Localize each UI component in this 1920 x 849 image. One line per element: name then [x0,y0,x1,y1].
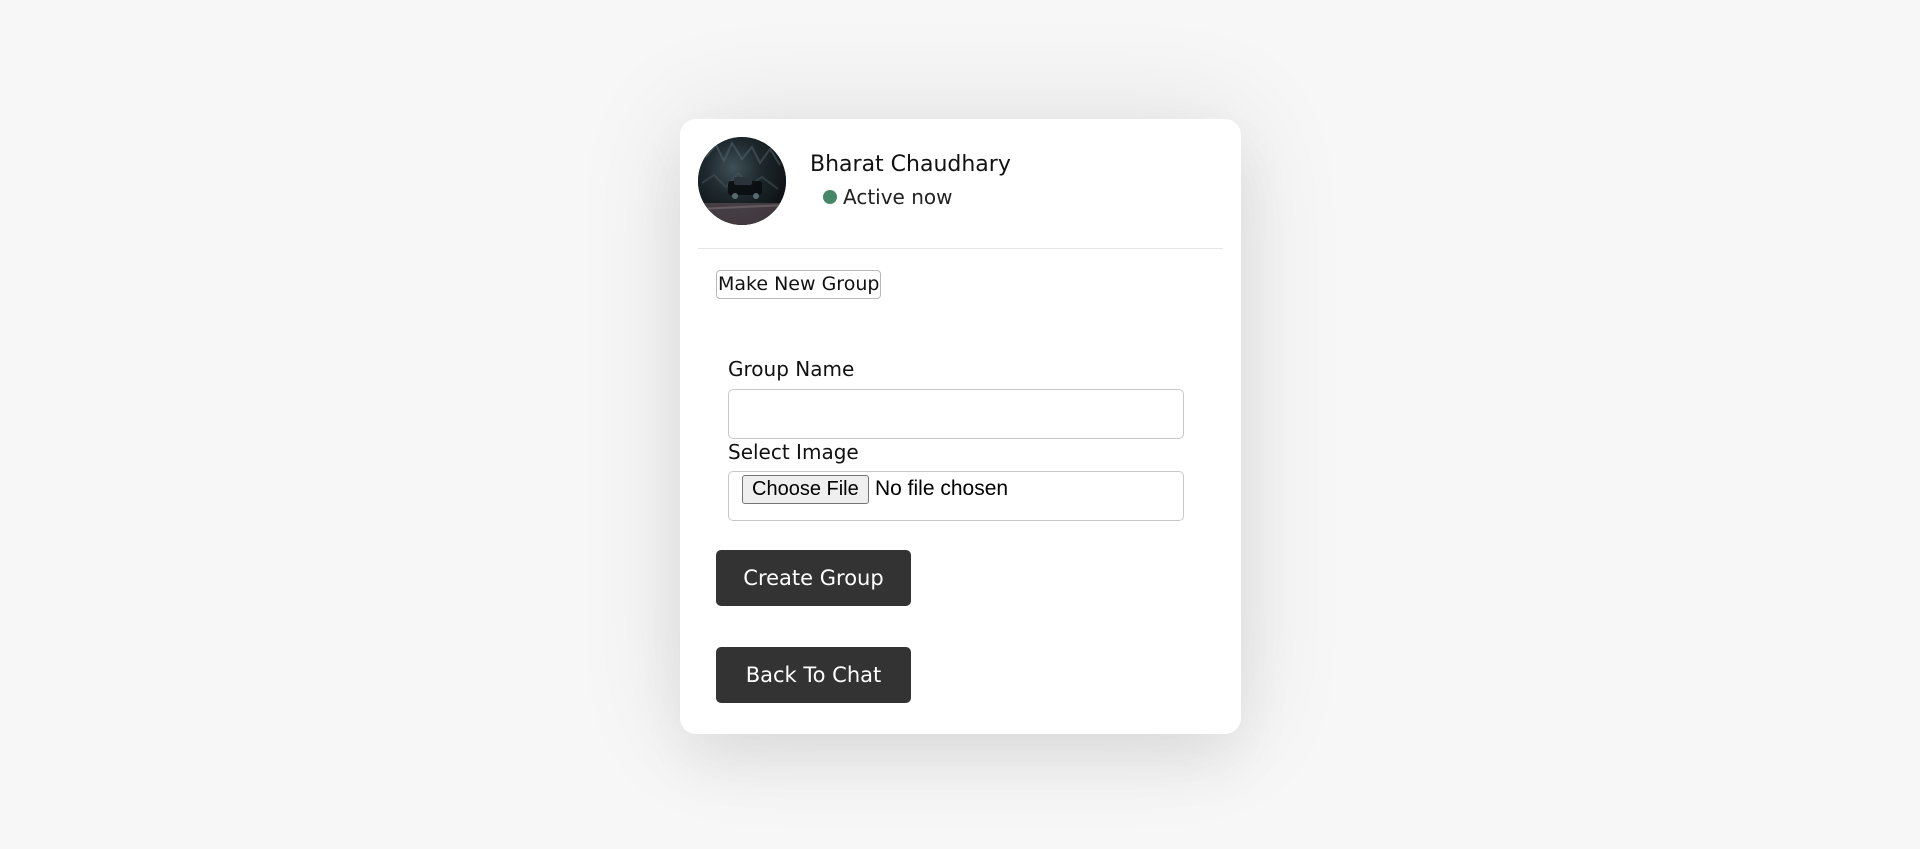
status-text: Active now [843,185,953,209]
back-to-chat-button[interactable]: Back To Chat [716,647,911,703]
user-header: Bharat Chaudhary Active now [698,137,1223,249]
make-new-group-button[interactable]: Make New Group [716,270,882,299]
user-status: Active now [823,185,953,209]
choose-file-button[interactable]: Choose File [742,475,869,504]
user-name: Bharat Chaudhary [810,152,1011,177]
group-name-input[interactable] [728,389,1184,439]
group-name-label: Group Name [728,357,855,381]
online-dot-icon [823,190,837,204]
create-group-button[interactable]: Create Group [716,550,911,606]
select-image-label: Select Image [728,440,859,464]
avatar-photo-icon [698,137,786,225]
create-group-card: Bharat Chaudhary Active now Make New Gro… [680,119,1241,734]
image-file-input[interactable]: Choose File No file chosen [728,471,1184,521]
avatar [698,137,786,225]
file-status-text: No file chosen [875,477,1009,500]
